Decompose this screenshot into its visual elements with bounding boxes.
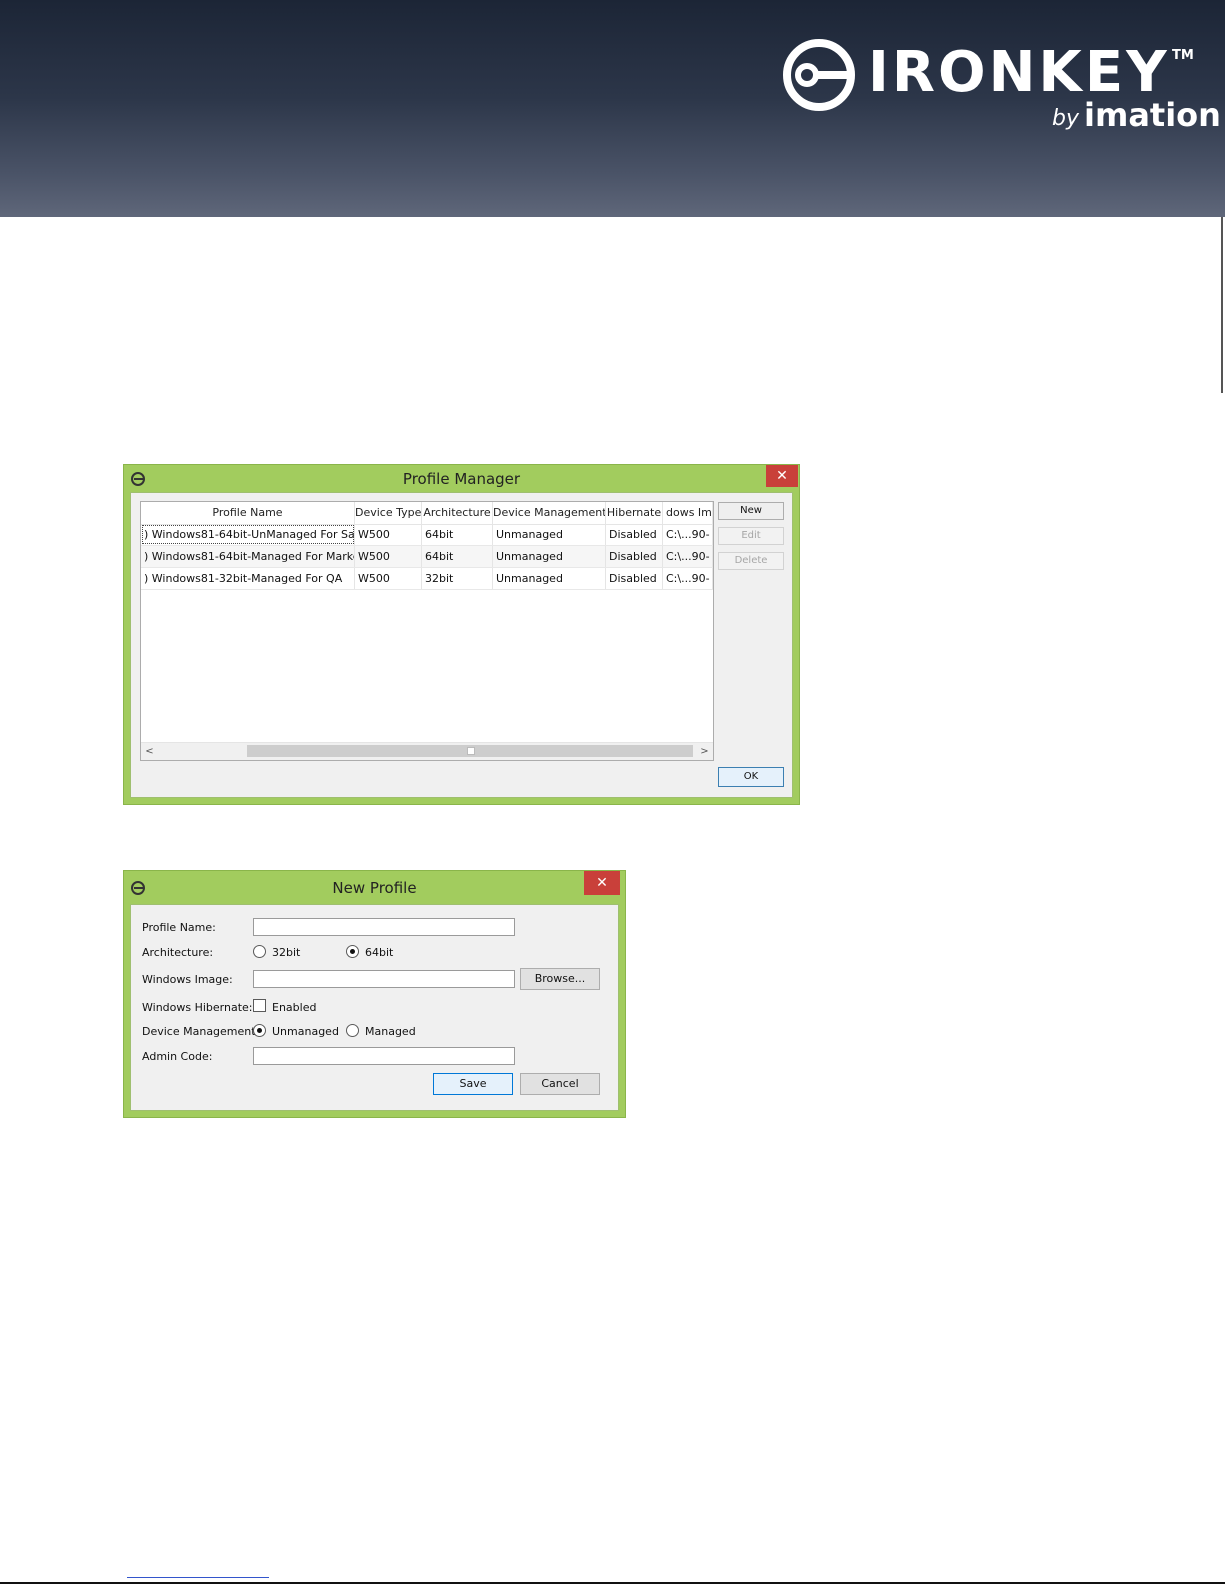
profile-manager-titlebar[interactable]: Profile Manager ✕ (124, 465, 799, 495)
managed-label: Managed (365, 1025, 416, 1038)
cell-hibernate: Disabled (606, 524, 663, 545)
cell-windows-image: C:\...90- (663, 568, 713, 589)
windows-hibernate-label: Windows Hibernate: (142, 1001, 253, 1014)
admin-code-input[interactable] (253, 1047, 515, 1065)
delete-profile-button[interactable]: Delete (718, 552, 784, 570)
cancel-button[interactable]: Cancel (520, 1073, 600, 1095)
arch-32bit-radio[interactable] (253, 945, 266, 958)
ok-button[interactable]: OK (718, 767, 784, 787)
column-header-windows-image[interactable]: dows Im (663, 502, 713, 524)
arch-32bit-label: 32bit (272, 946, 301, 959)
device-management-label: Device Management: (142, 1025, 260, 1038)
profile-name-input[interactable] (253, 918, 515, 936)
scrollbar-thumb[interactable] (247, 745, 693, 757)
cell-profile-name: ) Windows81-32bit-Managed For QA (141, 568, 355, 589)
cell-device-management: Unmanaged (493, 524, 606, 545)
browse-button[interactable]: Browse... (520, 968, 600, 990)
scroll-left-icon[interactable]: < (141, 743, 158, 760)
table-row[interactable]: ) Windows81-64bit-Managed For Marketing … (141, 546, 713, 568)
column-header-device-management[interactable]: Device Management (493, 502, 606, 524)
cell-hibernate: Disabled (606, 568, 663, 589)
unmanaged-label: Unmanaged (272, 1025, 339, 1038)
new-profile-title: New Profile (332, 879, 417, 897)
column-header-profile-name[interactable]: Profile Name (141, 502, 355, 524)
table-row[interactable]: ) Windows81-32bit-Managed For QA W500 32… (141, 568, 713, 590)
horizontal-scrollbar[interactable]: < > (141, 742, 713, 760)
cell-device-management: Unmanaged (493, 546, 606, 567)
ironkey-key-icon (783, 39, 855, 111)
cell-hibernate: Disabled (606, 546, 663, 567)
profile-manager-title: Profile Manager (402, 470, 521, 488)
new-profile-dialog: New Profile ✕ Profile Name: Architecture… (123, 870, 626, 1118)
hibernate-enabled-label: Enabled (272, 1001, 317, 1014)
table-row[interactable]: ) Windows81-64bit-UnManaged For Sales W5… (141, 524, 713, 546)
arch-64bit-label: 64bit (365, 946, 394, 959)
profile-name-label: Profile Name: (142, 921, 216, 934)
page-side-rule (1221, 217, 1223, 393)
scrollbar-grip-icon (467, 747, 475, 755)
column-header-architecture[interactable]: Architecture (422, 502, 493, 524)
brand-by: by (1052, 106, 1079, 131)
new-profile-button[interactable]: New (718, 502, 784, 520)
ironkey-logo: IRONKEY TM by imation (780, 36, 1221, 146)
new-profile-titlebar[interactable]: New Profile ✕ (124, 871, 625, 901)
cell-device-type: W500 (355, 546, 422, 567)
architecture-label: Architecture: (142, 946, 214, 959)
save-button[interactable]: Save (433, 1073, 513, 1095)
cell-profile-name: ) Windows81-64bit-Managed For Marketing (141, 546, 355, 567)
cell-architecture: 64bit (422, 524, 493, 545)
profile-manager-body: Profile Name Device Type Architecture De… (130, 492, 793, 798)
hibernate-enabled-checkbox[interactable] (253, 999, 266, 1012)
column-header-hibernate[interactable]: Hibernate (606, 502, 663, 524)
cell-windows-image: C:\...90- (663, 524, 713, 545)
cell-architecture: 64bit (422, 546, 493, 567)
cell-profile-name: ) Windows81-64bit-UnManaged For Sales (141, 524, 355, 545)
footer-rule (0, 1582, 1225, 1584)
cell-windows-image: C:\...90- (663, 546, 713, 567)
scroll-right-icon[interactable]: > (696, 743, 713, 760)
edit-profile-button[interactable]: Edit (718, 527, 784, 545)
admin-code-label: Admin Code: (142, 1050, 213, 1063)
windows-image-label: Windows Image: (142, 973, 233, 986)
cell-device-management: Unmanaged (493, 568, 606, 589)
column-header-device-type[interactable]: Device Type (355, 502, 422, 524)
close-button[interactable]: ✕ (584, 871, 620, 895)
cell-device-type: W500 (355, 524, 422, 545)
table-header: Profile Name Device Type Architecture De… (141, 502, 713, 525)
windows-image-input[interactable] (253, 970, 515, 988)
footer-link-underline[interactable] (127, 1577, 269, 1578)
header-banner: IRONKEY TM by imation (0, 0, 1225, 217)
brand-trademark: TM (1172, 48, 1194, 63)
brand-company: imation (1084, 96, 1221, 134)
cell-device-type: W500 (355, 568, 422, 589)
unmanaged-radio[interactable] (253, 1024, 266, 1037)
new-profile-body: Profile Name: Architecture: 32bit 64bit … (130, 904, 619, 1111)
arch-64bit-radio[interactable] (346, 945, 359, 958)
close-button[interactable]: ✕ (766, 465, 798, 487)
profile-manager-dialog: Profile Manager ✕ Profile Name Device Ty… (123, 464, 800, 805)
cell-architecture: 32bit (422, 568, 493, 589)
managed-radio[interactable] (346, 1024, 359, 1037)
profiles-table[interactable]: Profile Name Device Type Architecture De… (140, 501, 714, 761)
